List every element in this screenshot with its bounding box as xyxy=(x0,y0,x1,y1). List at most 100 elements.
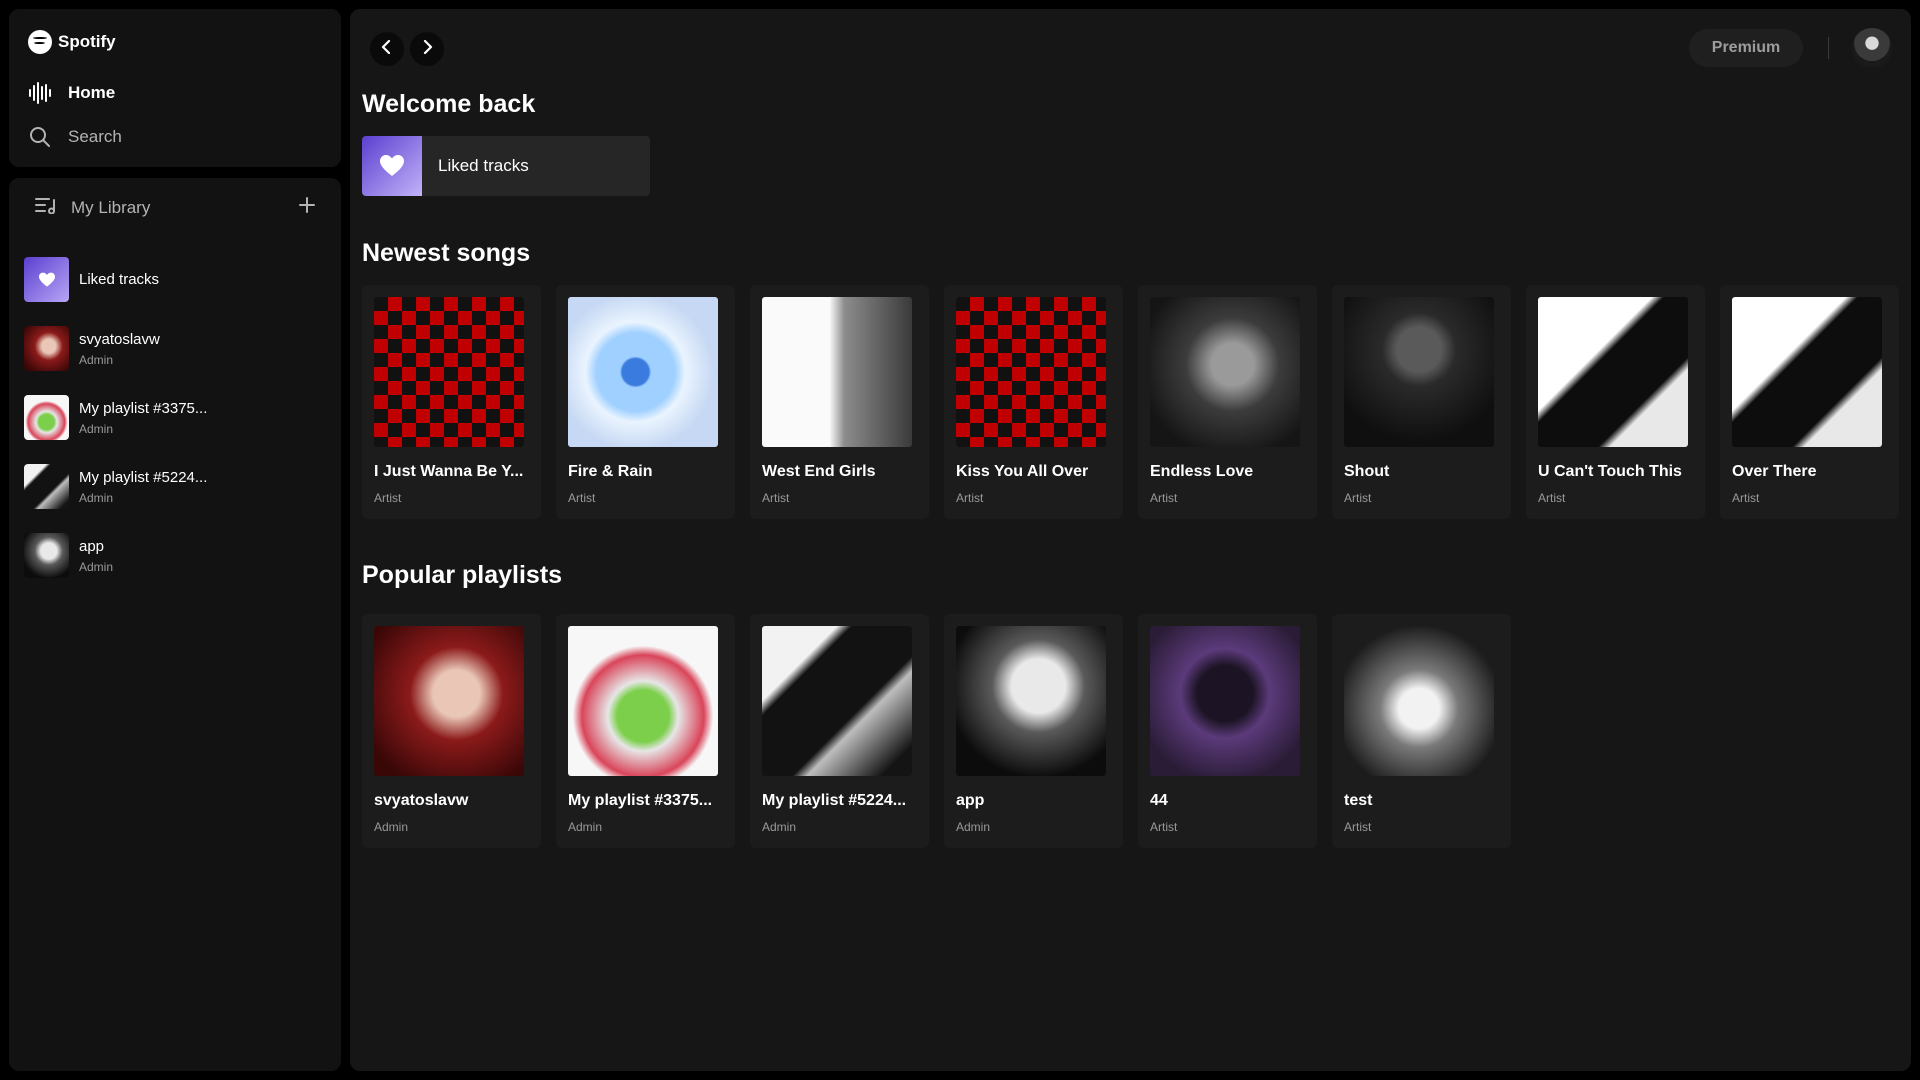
card-title: 44 xyxy=(1150,792,1168,809)
song-card[interactable]: Over There Artist xyxy=(1720,285,1899,519)
playlist-card[interactable]: My playlist #3375... Admin xyxy=(556,614,735,848)
card-subtitle: Artist xyxy=(1344,491,1372,505)
card-subtitle: Artist xyxy=(1150,820,1178,834)
library-item-thumbnail xyxy=(24,464,69,509)
newest-songs-row: I Just Wanna Be Y... Artist Fire & Rain Art… xyxy=(362,285,1899,519)
playlist-card[interactable]: app Admin xyxy=(944,614,1123,848)
card-subtitle: Artist xyxy=(374,491,402,505)
library-toggle[interactable]: My Library xyxy=(35,196,150,219)
card-subtitle: Artist xyxy=(1538,491,1566,505)
card-artwork xyxy=(1732,297,1882,447)
card-title: My playlist #5224... xyxy=(762,792,907,809)
library-item-title: My playlist #5224... xyxy=(79,468,208,486)
song-card[interactable]: West End Girls Artist xyxy=(750,285,929,519)
newest-songs-heading: Newest songs xyxy=(362,239,531,267)
card-artwork xyxy=(1344,626,1494,776)
song-card[interactable]: I Just Wanna Be Y... Artist xyxy=(362,285,541,519)
topbar-divider xyxy=(1828,37,1829,59)
card-artwork xyxy=(956,297,1106,447)
playlist-card[interactable]: My playlist #5224... Admin xyxy=(750,614,929,848)
card-artwork xyxy=(1344,297,1494,447)
card-artwork xyxy=(762,626,912,776)
card-artwork xyxy=(1538,297,1688,447)
library-item[interactable]: app Admin xyxy=(24,521,331,590)
nav-home[interactable]: Home xyxy=(28,81,115,105)
card-title: Kiss You All Over xyxy=(956,463,1089,480)
back-button[interactable] xyxy=(370,32,404,66)
card-title: U Can't Touch This xyxy=(1538,463,1682,480)
main-panel: Premium Welcome back Liked tracks Newest… xyxy=(350,9,1911,1071)
library-panel: My Library Liked tracks svyatoslavw Admin M… xyxy=(9,178,341,1071)
forward-button[interactable] xyxy=(410,32,444,66)
card-artwork xyxy=(1150,626,1300,776)
card-subtitle: Admin xyxy=(762,820,797,834)
chevron-left-icon xyxy=(381,39,393,59)
spotify-icon xyxy=(28,30,52,54)
sound-wave-icon xyxy=(28,81,52,105)
card-artwork xyxy=(374,626,524,776)
library-item[interactable]: Liked tracks xyxy=(24,245,331,314)
library-item-thumbnail xyxy=(24,395,69,440)
card-title: Shout xyxy=(1344,463,1390,480)
library-item[interactable]: svyatoslavw Admin xyxy=(24,314,331,383)
liked-tracks-label: Liked tracks xyxy=(438,156,529,175)
card-subtitle: Admin xyxy=(568,820,603,834)
card-artwork xyxy=(762,297,912,447)
library-item[interactable]: My playlist #5224... Admin xyxy=(24,452,331,521)
song-card[interactable]: Endless Love Artist xyxy=(1138,285,1317,519)
library-item-thumbnail xyxy=(24,326,69,371)
library-item-title: svyatoslavw xyxy=(79,330,160,348)
premium-button[interactable]: Premium xyxy=(1689,29,1803,67)
card-subtitle: Artist xyxy=(956,491,984,505)
card-title: test xyxy=(1344,792,1373,809)
library-item-subtitle: Admin xyxy=(79,421,114,436)
liked-tracks-tile[interactable]: Liked tracks xyxy=(362,136,650,196)
nav-search[interactable]: Search xyxy=(28,125,122,149)
nav-panel: Spotify Home Search xyxy=(9,9,341,167)
card-title: Fire & Rain xyxy=(568,463,653,480)
card-title: app xyxy=(956,792,985,809)
card-artwork xyxy=(374,297,524,447)
library-header: My Library xyxy=(35,196,315,219)
card-artwork xyxy=(956,626,1106,776)
card-title: svyatoslavw xyxy=(374,792,469,809)
popular-playlists-row: svyatoslavw Admin My playlist #3375... Admi… xyxy=(362,614,1511,848)
card-artwork xyxy=(568,297,718,447)
card-subtitle: Admin xyxy=(374,820,409,834)
card-title: West End Girls xyxy=(762,463,876,480)
add-playlist-icon[interactable] xyxy=(299,197,315,218)
song-card[interactable]: Fire & Rain Artist xyxy=(556,285,735,519)
card-title: My playlist #3375... xyxy=(568,792,713,809)
heart-icon xyxy=(362,136,422,196)
welcome-heading: Welcome back xyxy=(362,90,536,118)
library-item-title: app xyxy=(79,537,105,555)
card-subtitle: Artist xyxy=(1344,820,1372,834)
song-card[interactable]: Kiss You All Over Artist xyxy=(944,285,1123,519)
spotify-logo[interactable]: Spotify xyxy=(28,30,116,54)
library-item-subtitle: Admin xyxy=(79,559,114,574)
library-item-title: My playlist #3375... xyxy=(79,399,208,417)
card-title: I Just Wanna Be Y... xyxy=(374,463,524,480)
user-avatar[interactable] xyxy=(1852,28,1892,68)
library-item-title: Liked tracks xyxy=(79,271,160,288)
card-artwork xyxy=(1150,297,1300,447)
playlist-card[interactable]: 44 Artist xyxy=(1138,614,1317,848)
chevron-right-icon xyxy=(421,39,433,59)
library-item-thumbnail xyxy=(24,533,69,578)
library-item-subtitle: Admin xyxy=(79,490,114,505)
playlist-card[interactable]: test Artist xyxy=(1332,614,1511,848)
library-title: My Library xyxy=(71,197,151,217)
card-subtitle: Artist xyxy=(568,491,596,505)
popular-playlists-heading: Popular playlists xyxy=(362,561,563,589)
nav-home-label: Home xyxy=(68,83,116,102)
card-subtitle: Artist xyxy=(1150,491,1178,505)
playlist-card[interactable]: svyatoslavw Admin xyxy=(362,614,541,848)
library-item-subtitle: Admin xyxy=(79,352,114,367)
search-icon xyxy=(28,125,52,149)
card-subtitle: Artist xyxy=(762,491,790,505)
card-title: Over There xyxy=(1732,463,1817,480)
library-item[interactable]: My playlist #3375... Admin xyxy=(24,383,331,452)
card-artwork xyxy=(568,626,718,776)
song-card[interactable]: U Can't Touch This Artist xyxy=(1526,285,1705,519)
song-card[interactable]: Shout Artist xyxy=(1332,285,1511,519)
